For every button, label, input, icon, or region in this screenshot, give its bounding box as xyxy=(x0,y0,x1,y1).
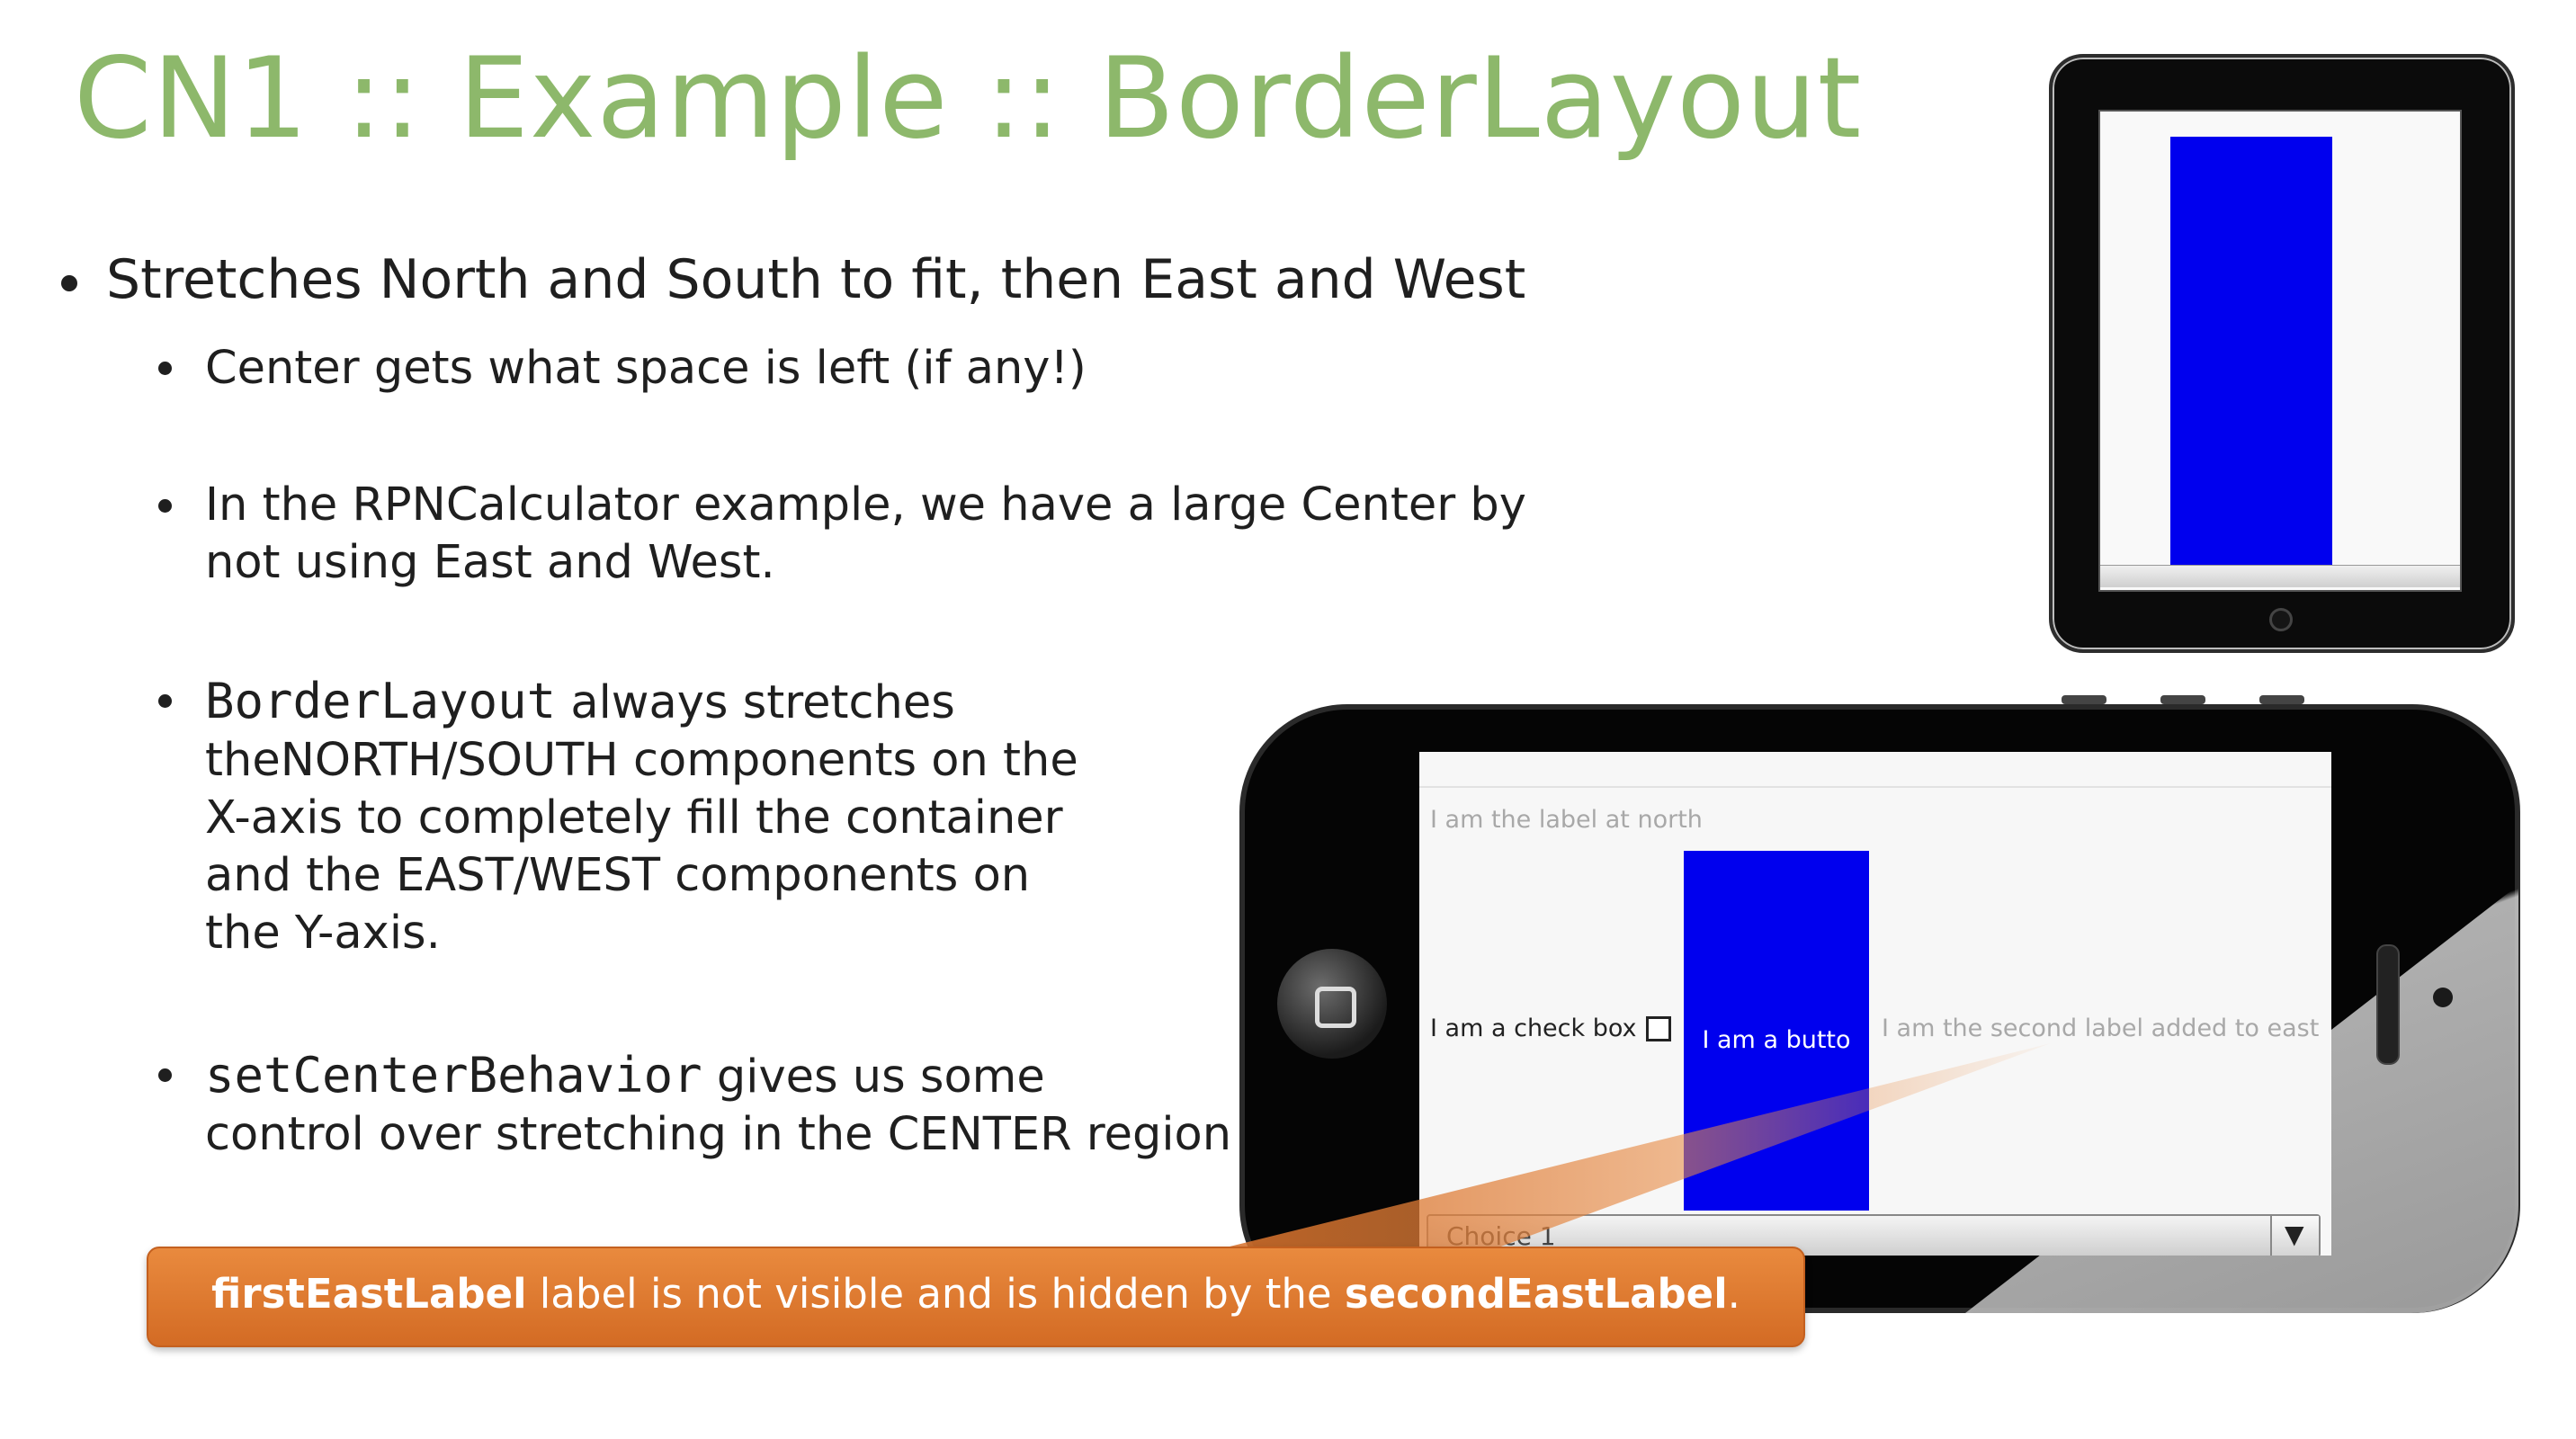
code-setcenterbehavior: setCenterBehavior xyxy=(205,1047,702,1104)
bullet-text: control over stretching in the CENTER re… xyxy=(205,1108,1232,1161)
bullet-text: theNORTH/SOUTH components on the xyxy=(205,734,1078,787)
callout-bold-first: firstEastLabel xyxy=(211,1270,527,1318)
west-checkbox[interactable] xyxy=(1646,1016,1671,1041)
callout-bold-second: secondEastLabel xyxy=(1344,1270,1728,1318)
bullet-text: and the EAST/WEST components on xyxy=(205,849,1031,902)
ipad-home-button xyxy=(2269,608,2293,631)
bullet-rpn: In the RPNCalculator example, we have a … xyxy=(205,477,1526,592)
north-divider xyxy=(1419,786,2331,788)
callout-text: firstEastLabel label is not visible and … xyxy=(148,1270,1803,1318)
ipad-center-button xyxy=(2170,137,2332,565)
home-square-icon xyxy=(1315,987,1356,1028)
bullet-dot xyxy=(158,362,172,375)
north-label: I am the label at north xyxy=(1430,806,1703,834)
bullet-rpn-line1: In the RPNCalculator example, we have a … xyxy=(205,478,1526,532)
bullet-borderlayout: BorderLayout always stretches theNORTH/S… xyxy=(205,673,1078,962)
chevron-down-icon: ▼ xyxy=(2285,1220,2304,1249)
east-label: I am the second label added to east xyxy=(1882,1014,2320,1042)
ipad-combo xyxy=(2100,565,2460,587)
combo-dropdown-button[interactable]: ▼ xyxy=(2270,1216,2319,1256)
bullet-dot xyxy=(61,275,77,291)
bullet-setcenterbehavior: setCenterBehavior gives us some control … xyxy=(205,1047,1231,1164)
iphone-side-button xyxy=(2259,695,2304,704)
center-button-label: I am a butto xyxy=(1702,1026,1851,1054)
bullet-dot xyxy=(158,694,172,708)
west-checkbox-label[interactable]: I am a check box xyxy=(1430,1014,1637,1042)
bullet-text: X-axis to completely fill the container xyxy=(205,791,1063,845)
callout-box: firstEastLabel label is not visible and … xyxy=(147,1247,1805,1347)
bullet-dot xyxy=(158,499,172,513)
bullet-text: gives us some xyxy=(702,1050,1045,1104)
callout-end: . xyxy=(1727,1270,1740,1318)
bullet-text: the Y-axis. xyxy=(205,907,441,960)
bullet-main: Stretches North and South to fit, then E… xyxy=(106,248,1526,311)
bullet-dot xyxy=(158,1068,172,1082)
bullet-center-space: Center gets what space is left (if any!) xyxy=(205,342,1087,395)
callout-middle: label is not visible and is hidden by th… xyxy=(526,1270,1345,1318)
bullet-text: always stretches xyxy=(556,676,955,729)
iphone-camera-icon xyxy=(2433,988,2453,1007)
iphone-speaker xyxy=(2376,944,2400,1065)
code-borderlayout: BorderLayout xyxy=(205,673,557,729)
slide-title: CN1 :: Example :: BorderLayout xyxy=(74,34,1863,164)
ipad-screen xyxy=(2098,110,2462,592)
bullet-rpn-line2: not using East and West. xyxy=(205,536,775,589)
iphone-side-button xyxy=(2062,695,2106,704)
iphone-side-button xyxy=(2160,695,2205,704)
